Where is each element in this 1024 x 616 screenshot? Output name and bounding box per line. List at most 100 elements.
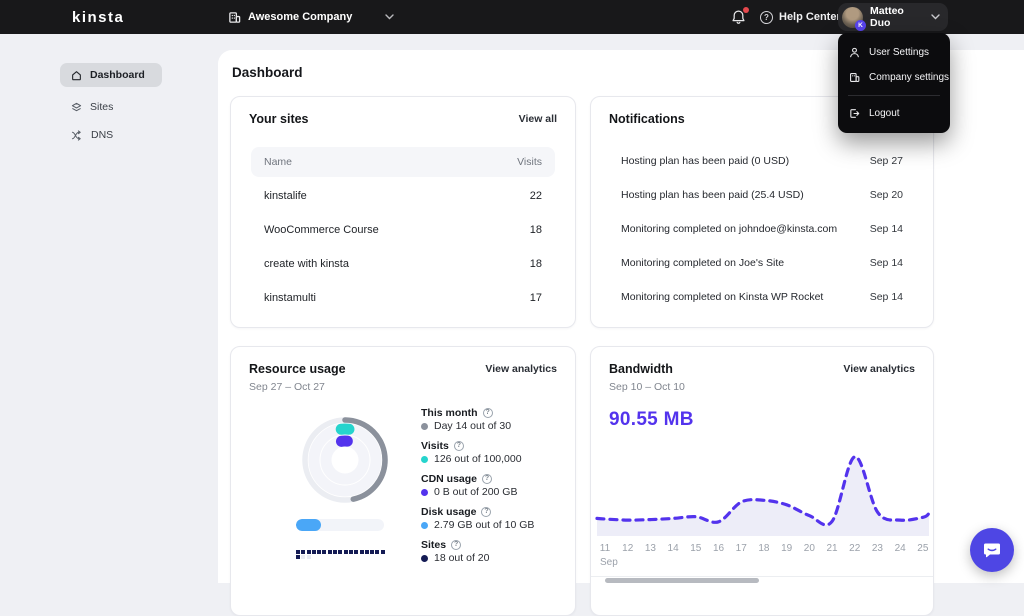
notification-text: Monitoring completed on Kinsta WP Rocket [621, 291, 824, 303]
metric-label: Disk usage [421, 505, 477, 518]
site-square [296, 555, 300, 560]
list-item[interactable]: Monitoring completed on Kinsta WP Rocket… [611, 280, 913, 314]
x-axis-label: 11 [599, 543, 611, 554]
company-name: Awesome Company [248, 11, 353, 23]
site-square [375, 550, 380, 554]
metric-visits: Visits 126 out of 100,000 [421, 439, 534, 466]
legend-dot [421, 488, 428, 496]
dns-icon [71, 129, 83, 141]
user-menu-button[interactable]: K Matteo Duo [838, 3, 948, 31]
chat-launcher-button[interactable] [970, 528, 1014, 572]
kinsta-logo[interactable]: kinsta [72, 0, 124, 34]
site-visits: 22 [529, 190, 542, 202]
view-all-sites-link[interactable]: View all [519, 113, 557, 125]
user-icon [849, 47, 860, 58]
table-row[interactable]: create with kinsta 18 [251, 247, 555, 281]
metric-value: 18 out of 20 [434, 552, 490, 564]
sidebar-item-sites[interactable]: Sites [60, 95, 124, 119]
site-square [311, 550, 316, 554]
your-sites-card: Your sites View all Name Visits kinstali… [230, 96, 576, 328]
sidebar-item-label: Dashboard [90, 69, 145, 81]
view-analytics-link[interactable]: View analytics [843, 363, 915, 375]
list-item[interactable]: Hosting plan has been paid (0 USD) Sep 2… [611, 144, 913, 178]
list-item[interactable]: Hosting plan has been paid (25.4 USD) Se… [611, 178, 913, 212]
notification-text: Hosting plan has been paid (25.4 USD) [621, 189, 804, 201]
user-name: Matteo Duo [870, 5, 904, 29]
x-axis-label: 22 [849, 543, 861, 554]
menu-item-label: Logout [869, 108, 900, 119]
info-icon[interactable] [481, 506, 492, 517]
x-axis-label: 20 [803, 543, 815, 554]
site-square [370, 550, 375, 554]
table-row[interactable]: kinstamulti 17 [251, 281, 555, 315]
menu-item-label: User Settings [869, 47, 930, 58]
building-icon [228, 11, 241, 24]
kinsta-dashboard: { "colors": { "accent_purple": "#5333ED"… [0, 0, 1024, 616]
menu-item-logout[interactable]: Logout [838, 101, 950, 126]
user-dropdown-menu: User Settings Company settings Logout [838, 33, 950, 133]
metric-this-month: This month Day 14 out of 30 [421, 406, 534, 433]
sites-table-header: Name Visits [251, 147, 555, 177]
view-analytics-link[interactable]: View analytics [485, 363, 557, 375]
x-axis-label: 17 [735, 543, 747, 554]
layers-icon [71, 102, 82, 113]
x-axis-label: 23 [871, 543, 883, 554]
resource-usage-card: Resource usage View analytics Sep 27 – O… [230, 346, 576, 616]
metric-sites: Sites 18 out of 20 [421, 538, 534, 565]
x-axis-month-label: Sep [600, 557, 618, 568]
notifications-bell-button[interactable] [731, 7, 749, 25]
sidebar-item-label: DNS [91, 129, 114, 141]
site-square [296, 550, 300, 554]
card-title: Bandwidth [609, 362, 673, 376]
help-center-button[interactable]: ? Help Center [760, 0, 841, 34]
menu-item-company-settings[interactable]: Company settings [838, 65, 950, 90]
home-icon [71, 70, 82, 81]
site-visits: 18 [529, 224, 542, 236]
sidebar-item-dns[interactable]: DNS [60, 123, 124, 147]
notification-text: Monitoring completed on Joe's Site [621, 257, 785, 269]
info-icon[interactable] [482, 407, 493, 418]
site-name: WooCommerce Course [264, 224, 379, 236]
metric-label: CDN usage [421, 472, 478, 485]
notification-date: Sep 27 [869, 155, 903, 167]
notification-text: Monitoring completed on johndoe@kinsta.c… [621, 223, 838, 235]
company-switcher[interactable]: Awesome Company [228, 0, 395, 34]
page-title: Dashboard [232, 65, 303, 80]
x-axis-label: 19 [781, 543, 793, 554]
site-square [380, 550, 385, 554]
metric-disk-usage: Disk usage 2.79 GB out of 10 GB [421, 505, 534, 532]
bandwidth-line-chart [595, 455, 931, 536]
resource-legend: This month Day 14 out of 30 Visits 126 o… [421, 406, 534, 565]
sidebar-item-dashboard[interactable]: Dashboard [60, 63, 162, 87]
chat-icon [982, 540, 1002, 560]
building-icon [849, 72, 860, 83]
notification-date: Sep 20 [869, 189, 903, 201]
notification-date: Sep 14 [869, 257, 903, 269]
metric-value: 0 B out of 200 GB [434, 486, 518, 498]
chart-horizontal-scrollbar[interactable] [605, 578, 759, 583]
menu-item-user-settings[interactable]: User Settings [838, 40, 950, 65]
table-row[interactable]: WooCommerce Course 18 [251, 213, 555, 247]
info-icon[interactable] [482, 473, 493, 484]
notification-date: Sep 14 [869, 291, 903, 303]
site-visits: 18 [529, 258, 542, 270]
x-axis-label: 24 [894, 543, 906, 554]
metric-label: This month [421, 406, 478, 419]
list-item[interactable]: Monitoring completed on johndoe@kinsta.c… [611, 212, 913, 246]
site-square [348, 550, 353, 554]
card-title: Your sites [249, 112, 309, 126]
x-axis-label: 16 [712, 543, 725, 554]
notification-text: Hosting plan has been paid (0 USD) [621, 155, 790, 167]
logout-icon [849, 108, 860, 119]
table-row[interactable]: kinstalife 22 [251, 179, 555, 213]
help-center-label: Help Center [779, 11, 841, 23]
info-icon[interactable] [453, 440, 464, 451]
info-icon[interactable] [451, 539, 462, 550]
sidebar: Dashboard Sites DNS [0, 34, 218, 583]
site-square [301, 555, 306, 560]
site-square [322, 550, 327, 554]
site-name: kinstamulti [264, 292, 316, 304]
menu-divider [848, 95, 940, 96]
legend-dot [421, 554, 428, 562]
list-item[interactable]: Monitoring completed on Joe's Site Sep 1… [611, 246, 913, 280]
